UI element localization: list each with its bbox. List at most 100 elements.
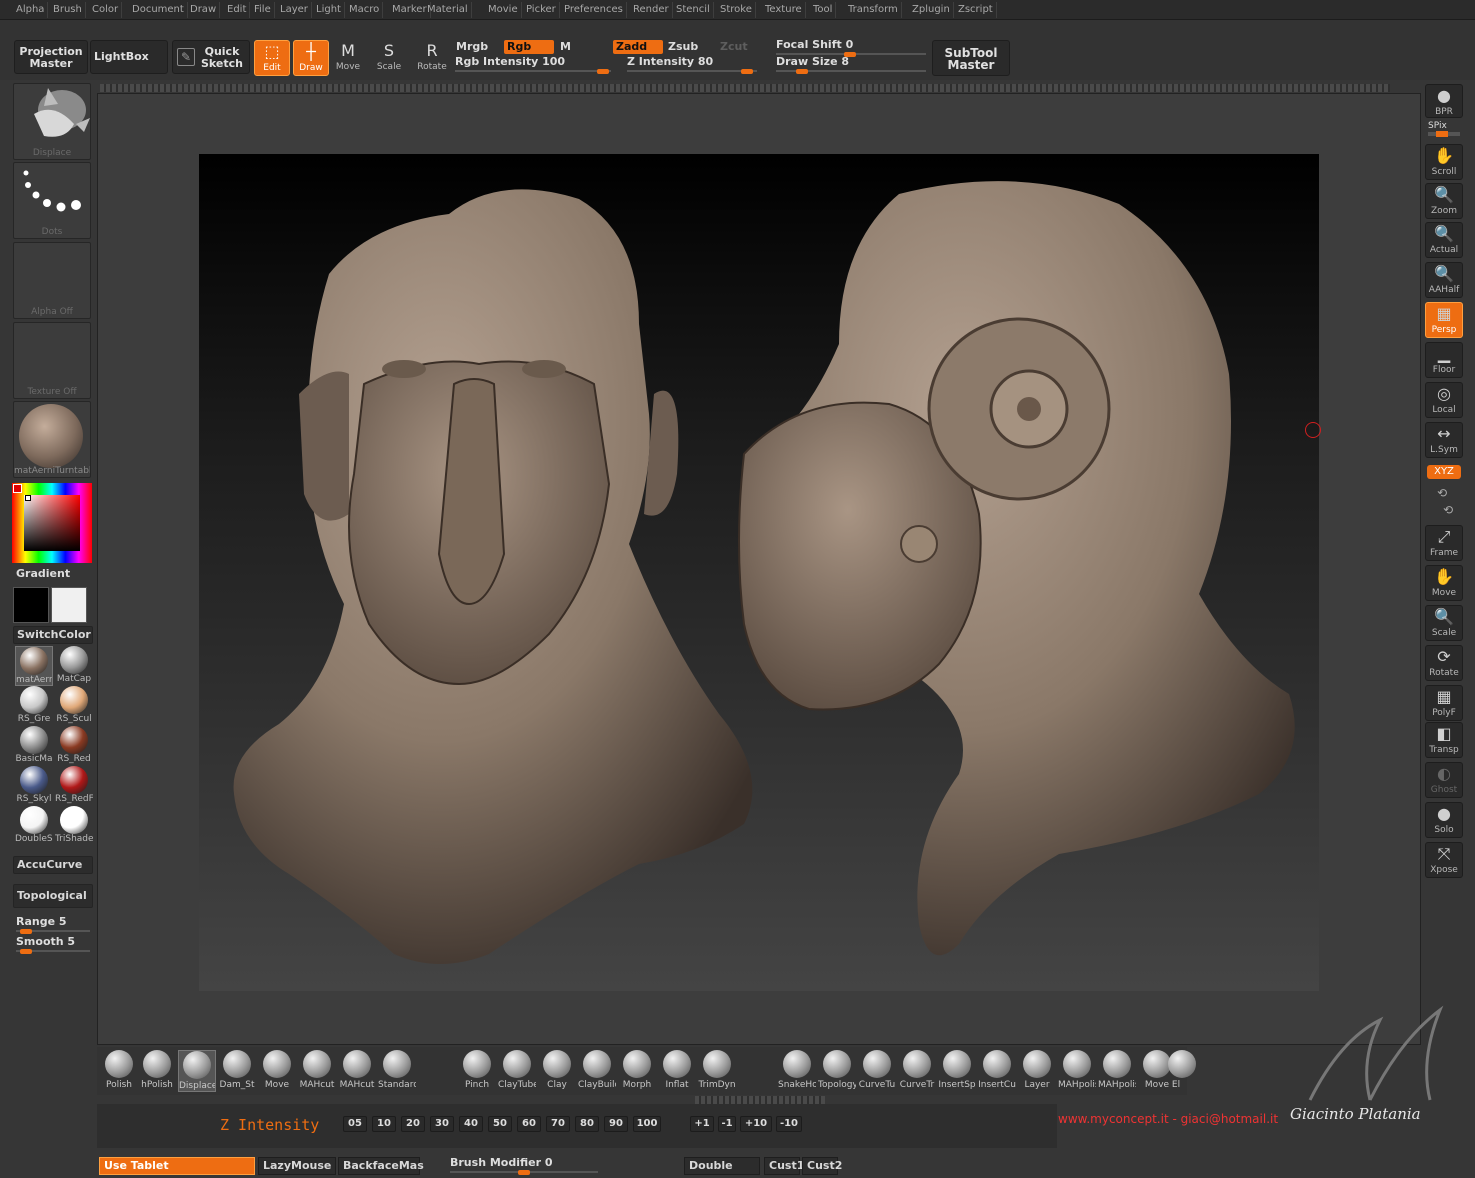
menu-item-movie[interactable]: Movie <box>485 2 522 18</box>
brush-polish[interactable]: Polish <box>100 1050 138 1092</box>
zoom-button[interactable]: 🔍 Zoom <box>1425 183 1463 219</box>
material-swatch[interactable]: RS_Skyl <box>15 766 53 806</box>
menu-item-stroke[interactable]: Stroke <box>717 2 756 18</box>
menu-item-macro[interactable]: Macro <box>346 2 384 18</box>
texture-thumbnail[interactable]: Texture Off <box>13 322 91 399</box>
transp-button[interactable]: ◧ Transp <box>1425 722 1463 758</box>
brush-morph[interactable]: Morph <box>618 1050 656 1092</box>
menu-item-layer[interactable]: Layer <box>277 2 312 18</box>
brush-thumbnail[interactable]: Displace <box>13 83 91 160</box>
brush-curvetu[interactable]: CurveTu <box>858 1050 896 1092</box>
brush-move[interactable]: Move <box>258 1050 296 1092</box>
brush-topology[interactable]: Topology <box>818 1050 856 1092</box>
brush-pinch[interactable]: Pinch <box>458 1050 496 1092</box>
zcut-button[interactable]: Zcut <box>717 40 765 54</box>
material-swatch[interactable]: RS_Scul <box>55 686 93 726</box>
material-swatch[interactable]: DoubleSh <box>15 806 53 846</box>
menu-item-transform[interactable]: Transform <box>845 2 902 18</box>
actual-button[interactable]: 🔍 Actual <box>1425 222 1463 258</box>
lightbox-button[interactable]: LightBox <box>90 40 168 74</box>
palette-divider[interactable] <box>695 1096 825 1104</box>
scroll-button[interactable]: ✋ Scroll <box>1425 144 1463 180</box>
local-button[interactable]: ◎ Local <box>1425 382 1463 418</box>
brush-hpolish[interactable]: hPolish <box>138 1050 176 1092</box>
z-preset-button[interactable]: 20 <box>401 1116 425 1132</box>
zsub-button[interactable]: Zsub <box>665 40 713 54</box>
z-preset-button[interactable]: 10 <box>372 1116 396 1132</box>
rgb-intensity-slider[interactable]: Rgb Intensity 100 <box>455 56 611 74</box>
brush-trimdyn[interactable]: TrimDyn <box>698 1050 736 1092</box>
range-knob[interactable] <box>20 929 32 934</box>
draw-size-knob[interactable] <box>796 69 808 74</box>
switchcolor-button[interactable]: SwitchColor <box>13 626 93 644</box>
edit-button[interactable]: ⬚ Edit <box>254 40 290 76</box>
scale-button[interactable]: S Scale <box>371 40 407 76</box>
brush-mahcut[interactable]: MAHcut <box>338 1050 376 1092</box>
menu-item-tool[interactable]: Tool <box>810 2 837 18</box>
ghost-button[interactable]: ◐ Ghost <box>1425 762 1463 798</box>
backface-mask-button[interactable]: BackfaceMas <box>338 1157 424 1175</box>
brush-modifier-slider[interactable]: Brush Modifier 0 <box>450 1157 598 1175</box>
material-swatch[interactable]: TriShade <box>55 806 93 846</box>
material-swatch[interactable]: RS_RedF <box>55 766 93 806</box>
brush-el[interactable]: El <box>1168 1050 1196 1092</box>
move-button[interactable]: M Move <box>330 40 366 76</box>
rgb-button[interactable]: Rgb <box>504 40 554 54</box>
aahalf-button[interactable]: 🔍 AAHalf <box>1425 262 1463 298</box>
material-swatch[interactable]: RS_Red <box>55 726 93 766</box>
brush-insertcu[interactable]: InsertCu <box>978 1050 1016 1092</box>
persp-button[interactable]: ▦ Persp <box>1425 302 1463 338</box>
gradient-label[interactable]: Gradient <box>12 567 92 584</box>
z-preset-button[interactable]: 70 <box>546 1116 570 1132</box>
z-preset-button[interactable]: 80 <box>575 1116 599 1132</box>
brush-claybuild[interactable]: ClayBuild <box>578 1050 616 1092</box>
smooth-knob[interactable] <box>20 949 32 954</box>
quick-sketch-button[interactable]: ✎ Quick Sketch <box>172 40 250 74</box>
color-square[interactable] <box>24 495 80 551</box>
brush-modifier-knob[interactable] <box>518 1170 530 1175</box>
menu-item-texture[interactable]: Texture <box>762 2 806 18</box>
brush-insertsp[interactable]: InsertSp <box>938 1050 976 1092</box>
scale-button[interactable]: 🔍 Scale <box>1425 605 1463 641</box>
brush-layer[interactable]: Layer <box>1018 1050 1056 1092</box>
floor-button[interactable]: ▁ Floor <box>1425 342 1463 378</box>
menu-item-draw[interactable]: Draw <box>187 2 221 18</box>
move-button[interactable]: ✋ Move <box>1425 565 1463 601</box>
double-button[interactable]: Double <box>684 1157 760 1175</box>
z-preset-button[interactable]: 05 <box>343 1116 367 1132</box>
menu-item-zscript[interactable]: Zscript <box>955 2 997 18</box>
material-swatch[interactable]: MatCap <box>55 646 93 686</box>
menu-item-material[interactable]: Material <box>424 2 472 18</box>
focal-shift-slider[interactable]: Focal Shift 0 <box>776 39 926 57</box>
menu-item-file[interactable]: File <box>251 2 275 18</box>
z-step-button[interactable]: -10 <box>776 1116 802 1132</box>
draw-button[interactable]: ┼ Draw <box>293 40 329 76</box>
z-preset-button[interactable]: 30 <box>430 1116 454 1132</box>
m-button[interactable]: M <box>557 40 607 54</box>
zadd-button[interactable]: Zadd <box>613 40 663 54</box>
use-tablet-button[interactable]: Use Tablet <box>99 1157 255 1175</box>
alpha-thumbnail[interactable]: Alpha Off <box>13 242 91 319</box>
rotate-button[interactable]: ⟳ Rotate <box>1425 645 1463 681</box>
menu-item-edit[interactable]: Edit <box>224 2 251 18</box>
mrgb-button[interactable]: Mrgb <box>453 40 501 54</box>
spix-slider[interactable] <box>1428 131 1460 137</box>
brush-claytube[interactable]: ClayTube <box>498 1050 536 1092</box>
brush-displace[interactable]: Displace <box>178 1050 216 1092</box>
material-swatch[interactable]: RS_Gre <box>15 686 53 726</box>
brush-inflat[interactable]: Inflat <box>658 1050 696 1092</box>
menu-item-preferences[interactable]: Preferences <box>561 2 627 18</box>
document-canvas[interactable] <box>199 154 1319 991</box>
scroll-ruler[interactable] <box>100 84 1390 92</box>
menu-item-stencil[interactable]: Stencil <box>673 2 714 18</box>
menu-item-brush[interactable]: Brush <box>50 2 86 18</box>
solo-button[interactable]: ● Solo <box>1425 802 1463 838</box>
brush-damst[interactable]: Dam_St <box>218 1050 256 1092</box>
menu-item-render[interactable]: Render <box>630 2 673 18</box>
main-color-swatch[interactable] <box>13 587 49 623</box>
menu-item-light[interactable]: Light <box>313 2 345 18</box>
z-step-button[interactable]: -1 <box>718 1116 736 1132</box>
z-preset-button[interactable]: 90 <box>604 1116 628 1132</box>
z-step-button[interactable]: +10 <box>740 1116 772 1132</box>
material-thumbnail[interactable]: matAerniTurntabl <box>13 401 91 478</box>
